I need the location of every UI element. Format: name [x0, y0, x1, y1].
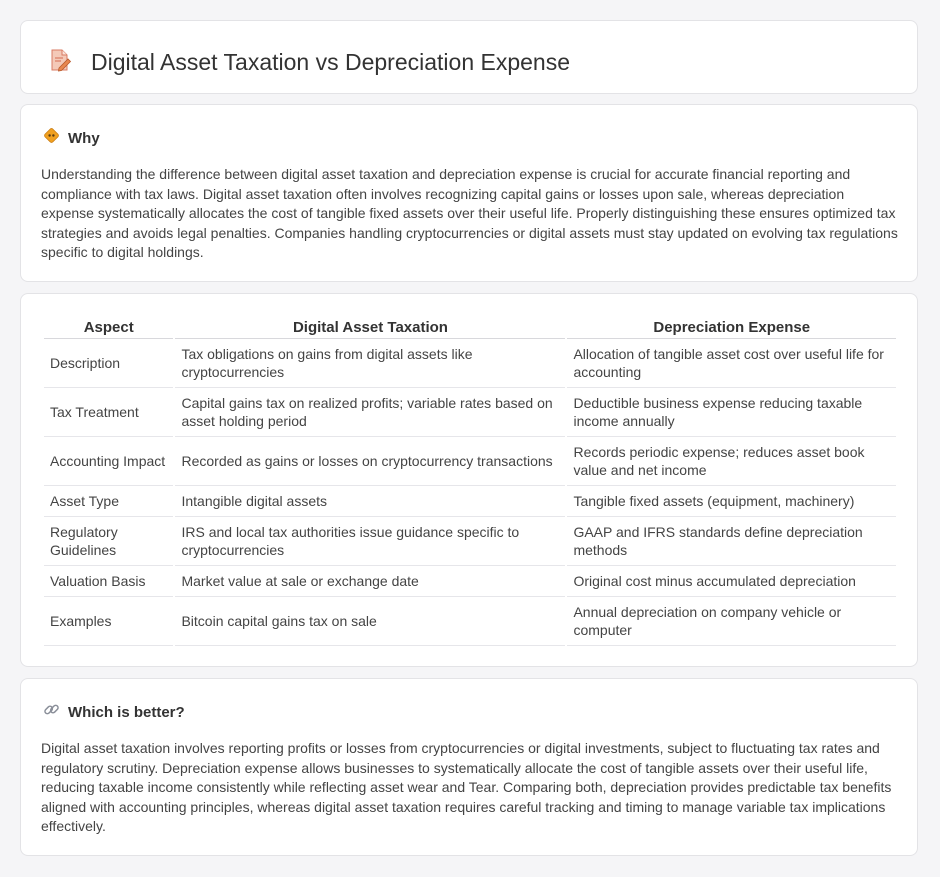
comparison-section: Aspect Digital Asset Taxation Depreciati… [20, 293, 918, 667]
comparison-table: Aspect Digital Asset Taxation Depreciati… [42, 316, 898, 646]
aspect-cell: Asset Type [44, 486, 174, 517]
depreciation-cell: Annual depreciation on company vehicle o… [567, 597, 896, 646]
aspect-cell: Regulatory Guidelines [44, 517, 174, 566]
depreciation-cell: Original cost minus accumulated deprecia… [567, 566, 896, 597]
aspect-cell: Description [44, 339, 174, 388]
depreciation-cell: Tangible fixed assets (equipment, machin… [567, 486, 896, 517]
table-row: Examples Bitcoin capital gains tax on sa… [44, 597, 896, 646]
which-is-better-section: Which is better? Digital asset taxation … [20, 678, 918, 856]
title-card: Digital Asset Taxation vs Depreciation E… [20, 20, 918, 94]
depreciation-cell: Records periodic expense; reduces asset … [567, 437, 896, 486]
digital-asset-cell: IRS and local tax authorities issue guid… [175, 517, 566, 566]
document-pencil-icon [47, 47, 73, 78]
digital-asset-cell: Capital gains tax on realized profits; v… [175, 388, 566, 437]
header-depreciation-expense: Depreciation Expense [567, 316, 896, 339]
digital-asset-cell: Tax obligations on gains from digital as… [175, 339, 566, 388]
table-row: Description Tax obligations on gains fro… [44, 339, 896, 388]
why-section: Why Understanding the difference between… [20, 104, 918, 282]
table-row: Regulatory Guidelines IRS and local tax … [44, 517, 896, 566]
link-icon [43, 701, 60, 723]
diamond-sign-icon [43, 127, 60, 149]
aspect-cell: Valuation Basis [44, 566, 174, 597]
table-row: Asset Type Intangible digital assets Tan… [44, 486, 896, 517]
page-title: Digital Asset Taxation vs Depreciation E… [91, 49, 571, 75]
table-row: Accounting Impact Recorded as gains or l… [44, 437, 896, 486]
which-is-better-text: Digital asset taxation involves reportin… [41, 740, 892, 835]
depreciation-cell: Deductible business expense reducing tax… [567, 388, 896, 437]
header-aspect: Aspect [44, 316, 174, 339]
digital-asset-cell: Market value at sale or exchange date [175, 566, 566, 597]
header-digital-asset-taxation: Digital Asset Taxation [175, 316, 566, 339]
aspect-cell: Examples [44, 597, 174, 646]
which-is-better-heading: Which is better? [68, 703, 185, 721]
digital-asset-cell: Intangible digital assets [175, 486, 566, 517]
aspect-cell: Tax Treatment [44, 388, 174, 437]
table-row: Valuation Basis Market value at sale or … [44, 566, 896, 597]
why-text: Understanding the difference between dig… [41, 166, 898, 261]
aspect-cell: Accounting Impact [44, 437, 174, 486]
digital-asset-cell: Recorded as gains or losses on cryptocur… [175, 437, 566, 486]
digital-asset-cell: Bitcoin capital gains tax on sale [175, 597, 566, 646]
depreciation-cell: Allocation of tangible asset cost over u… [567, 339, 896, 388]
table-header-row: Aspect Digital Asset Taxation Depreciati… [44, 316, 896, 339]
table-row: Tax Treatment Capital gains tax on reali… [44, 388, 896, 437]
why-heading: Why [68, 129, 100, 147]
depreciation-cell: GAAP and IFRS standards define depreciat… [567, 517, 896, 566]
